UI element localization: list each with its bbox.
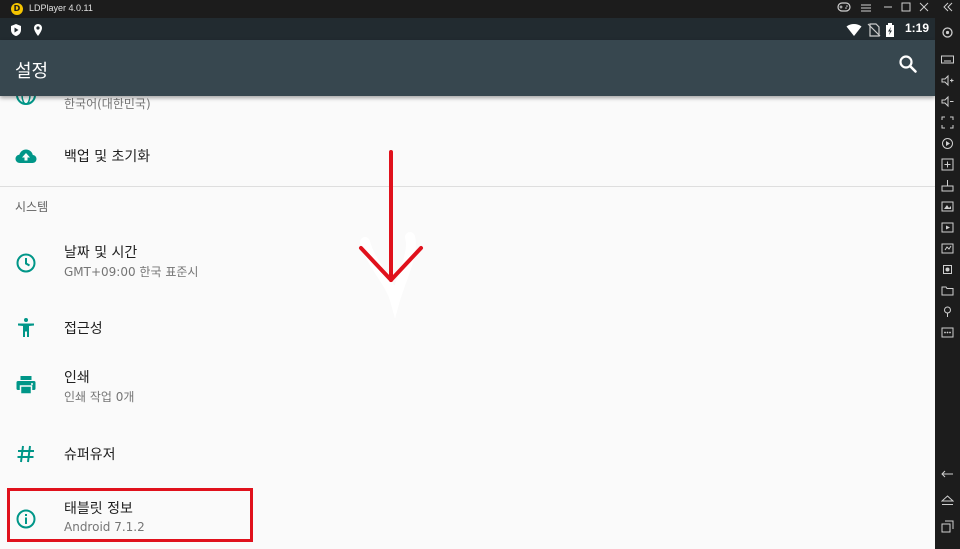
print-icon bbox=[14, 373, 38, 397]
recent-apps-icon[interactable] bbox=[941, 518, 954, 533]
video-icon[interactable] bbox=[941, 219, 954, 233]
date-time-title: 날짜 및 시간 bbox=[64, 245, 138, 261]
list-item-language[interactable]: 한국어(대한민국) bbox=[0, 85, 935, 111]
folder-icon[interactable] bbox=[941, 282, 954, 296]
list-item-date-time[interactable]: 날짜 및 시간 GMT+09:00 한국 표준시 bbox=[0, 232, 935, 292]
emulator-title: LDPlayer 4.0.11 bbox=[29, 3, 93, 13]
side-toolbar bbox=[935, 18, 960, 549]
minimize-icon[interactable] bbox=[878, 1, 898, 17]
app-bar: 설정 bbox=[0, 40, 935, 96]
menu-icon[interactable] bbox=[856, 1, 876, 17]
section-header-system: 시스템 bbox=[15, 200, 49, 214]
page-title: 설정 bbox=[15, 61, 49, 82]
install-apk-icon[interactable] bbox=[941, 177, 954, 192]
home-icon[interactable] bbox=[940, 492, 955, 505]
down-arrow-annotation bbox=[359, 150, 423, 319]
collapse-icon[interactable] bbox=[938, 1, 958, 17]
emulator-titlebar: D LDPlayer 4.0.11 bbox=[0, 0, 960, 18]
date-time-subtitle: GMT+09:00 한국 표준시 bbox=[64, 265, 199, 279]
shield-play-icon bbox=[9, 22, 23, 36]
settings-gear-icon[interactable] bbox=[941, 24, 954, 38]
section-divider bbox=[0, 186, 935, 187]
android-screen: 1:19 설정 한국어(대한민국) 백업 및 초기화 시스템 날짜 및 시간 G… bbox=[0, 18, 935, 549]
list-item-superuser[interactable]: 슈퍼유저 bbox=[0, 428, 935, 476]
accessibility-title: 접근성 bbox=[64, 321, 103, 337]
status-bar: 1:19 bbox=[0, 18, 935, 40]
clock-icon bbox=[14, 251, 38, 275]
settings-list[interactable]: 한국어(대한민국) 백업 및 초기화 시스템 날짜 및 시간 GMT+09:00… bbox=[0, 85, 935, 549]
close-icon[interactable] bbox=[914, 1, 934, 17]
back-icon[interactable] bbox=[941, 466, 954, 479]
cloud-upload-icon bbox=[14, 144, 38, 168]
more-icon[interactable] bbox=[941, 324, 954, 338]
language-subtitle: 한국어(대한민국) bbox=[64, 97, 151, 111]
operation-recorder-icon[interactable] bbox=[941, 261, 954, 274]
location-icon[interactable] bbox=[941, 303, 954, 317]
ldplayer-logo-icon: D bbox=[11, 3, 23, 15]
status-time: 1:19 bbox=[905, 21, 930, 35]
record-icon[interactable] bbox=[941, 135, 954, 149]
highlight-box bbox=[7, 488, 253, 542]
search-icon[interactable] bbox=[896, 52, 920, 76]
hash-icon bbox=[14, 442, 38, 466]
list-item-accessibility[interactable]: 접근성 bbox=[0, 302, 935, 350]
gamepad-icon[interactable] bbox=[834, 1, 854, 17]
list-item-printing[interactable]: 인쇄 인쇄 작업 0개 bbox=[0, 358, 935, 418]
sync-icon[interactable] bbox=[941, 240, 954, 254]
keyboard-icon[interactable] bbox=[941, 51, 954, 64]
wifi-icon bbox=[846, 22, 862, 36]
volume-up-icon[interactable] bbox=[941, 72, 954, 87]
no-sim-icon bbox=[867, 22, 881, 37]
battery-charging-icon bbox=[885, 22, 899, 37]
backup-reset-title: 백업 및 초기화 bbox=[64, 149, 151, 165]
superuser-title: 슈퍼유저 bbox=[64, 447, 116, 463]
maximize-icon[interactable] bbox=[896, 1, 916, 17]
volume-down-icon[interactable] bbox=[941, 93, 954, 108]
screenshot-icon[interactable] bbox=[941, 198, 954, 212]
fullscreen-icon[interactable] bbox=[941, 114, 954, 129]
location-pin-icon bbox=[31, 22, 45, 36]
accessibility-icon bbox=[14, 316, 38, 340]
add-app-icon[interactable] bbox=[941, 156, 954, 171]
printing-subtitle: 인쇄 작업 0개 bbox=[64, 390, 135, 404]
printing-title: 인쇄 bbox=[64, 370, 90, 386]
list-item-backup-reset[interactable]: 백업 및 초기화 bbox=[0, 132, 935, 180]
